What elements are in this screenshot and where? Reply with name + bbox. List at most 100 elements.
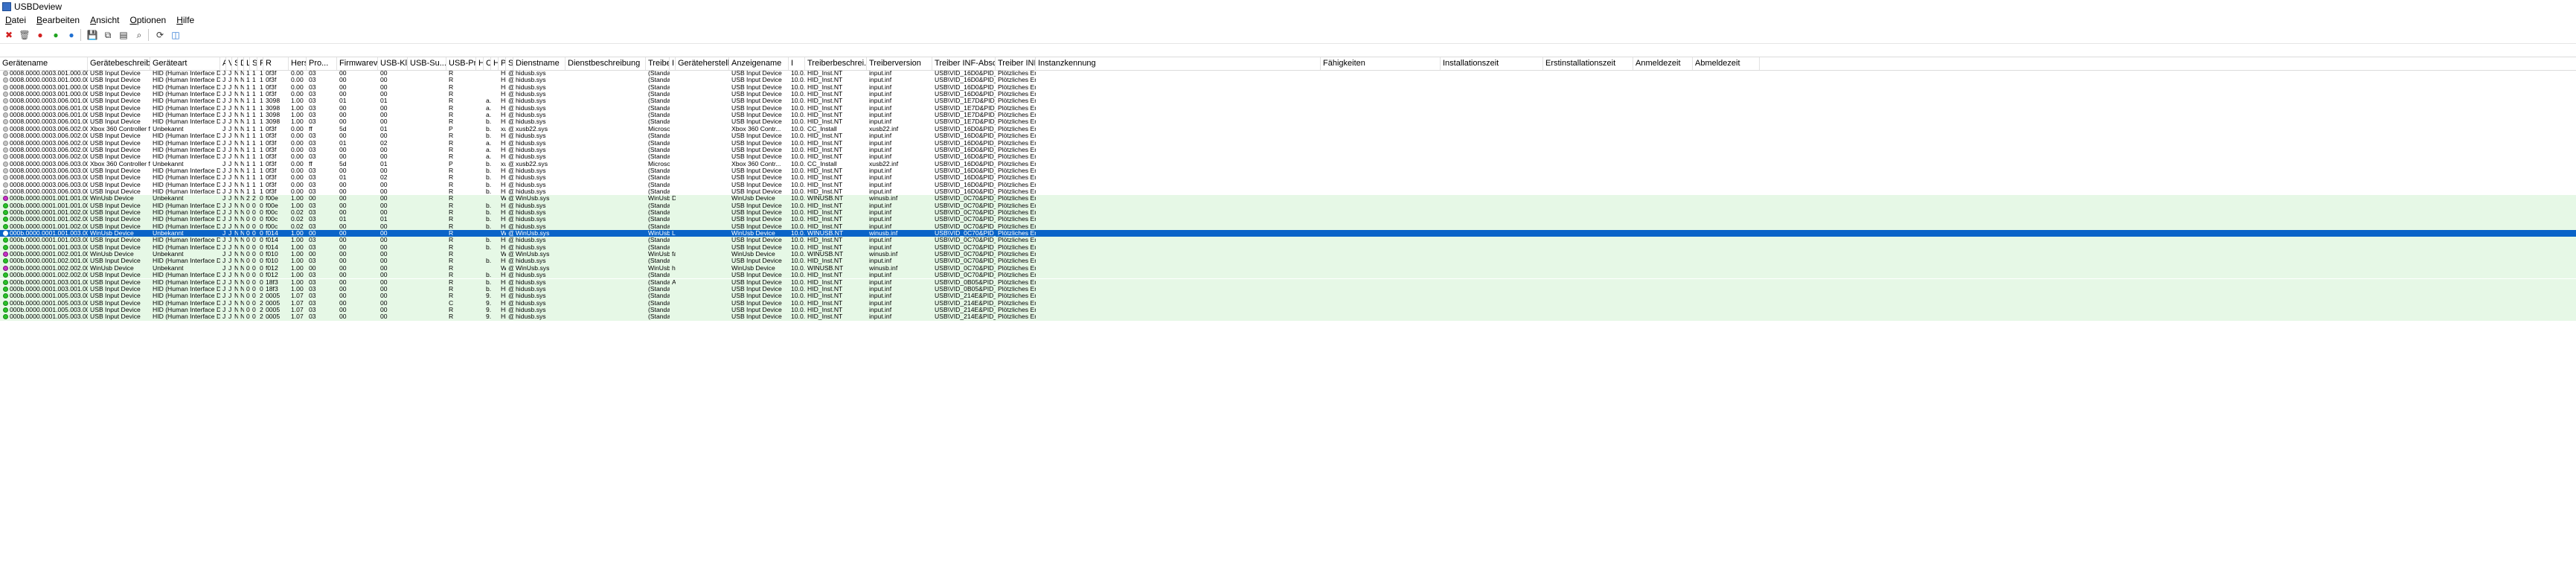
- column-header-12[interactable]: Pro...: [307, 57, 337, 70]
- menu-item-1[interactable]: Bearbeiten: [31, 15, 85, 25]
- about-icon[interactable]: ◫: [169, 28, 182, 42]
- table-row[interactable]: 000b.0000.0001.005.003.000.000.000.000US…: [0, 299, 2576, 307]
- column-header-32[interactable]: Treiber INF-...: [996, 57, 1036, 70]
- column-header-10[interactable]: R: [263, 57, 289, 70]
- table-cell: 00: [380, 104, 388, 112]
- column-header-17[interactable]: H: [476, 57, 484, 70]
- column-header-8[interactable]: S: [250, 57, 257, 70]
- table-row[interactable]: 000b.0000.0001.001.003.000.000.000.000US…: [0, 237, 2576, 244]
- table-row[interactable]: 0008.0000.0003.006.003.000.000.000.000US…: [0, 188, 2576, 195]
- column-header-26[interactable]: Gerätehersteller: [676, 57, 729, 70]
- column-header-11[interactable]: Herst...: [289, 57, 307, 70]
- table-row[interactable]: 000b.0000.0001.001.002.000.000.000.000US…: [0, 209, 2576, 217]
- column-header-6[interactable]: D: [238, 57, 244, 70]
- table-row[interactable]: 0008.0000.0003.001.000.000.000.000.000US…: [0, 84, 2576, 91]
- table-row[interactable]: 000b.0000.0001.001.002.000.000.000.000US…: [0, 216, 2576, 223]
- refresh-icon[interactable]: ⟳: [153, 28, 167, 42]
- menu-item-0[interactable]: Datei: [0, 15, 31, 25]
- table-row[interactable]: 000b.0000.0001.005.003.000.000.000.000US…: [0, 313, 2576, 321]
- table-cell: J: [228, 181, 232, 188]
- column-header-38[interactable]: Abmeldezeit: [1693, 57, 1760, 70]
- column-header-25[interactable]: I: [670, 57, 676, 70]
- table-row[interactable]: 0008.0000.0003.006.002.000.000.000.000US…: [0, 132, 2576, 139]
- menu-item-3[interactable]: Optionen: [124, 15, 171, 25]
- column-header-33[interactable]: Instanzkennung: [1036, 57, 1321, 70]
- menu-item-2[interactable]: Ansicht: [85, 15, 124, 25]
- menu-item-4[interactable]: Hilfe: [171, 15, 199, 25]
- table-row[interactable]: 0008.0000.0003.006.001.000.000.000.000US…: [0, 98, 2576, 104]
- table-cell: R: [449, 258, 454, 265]
- table-row[interactable]: 0008.0000.0003.001.000.000.000.000.000US…: [0, 91, 2576, 98]
- table-cell: [408, 244, 446, 251]
- column-header-23[interactable]: Dienstbeschreibung: [565, 57, 646, 70]
- table-row[interactable]: 000b.0000.0001.001.001.000.000.000.000Wi…: [0, 195, 2576, 202]
- disconnect-icon[interactable]: ✖: [2, 28, 16, 42]
- column-header-20[interactable]: P: [499, 57, 506, 70]
- column-header-31[interactable]: Treiber INF-Abschnitt: [932, 57, 996, 70]
- table-row[interactable]: 0008.0000.0003.006.003.000.000.000.000US…: [0, 182, 2576, 188]
- column-header-2[interactable]: Geräteart: [150, 57, 220, 70]
- column-header-24[interactable]: Treiberdat...: [646, 57, 670, 70]
- column-header-4[interactable]: V: [226, 57, 232, 70]
- column-header-35[interactable]: Installationszeit: [1441, 57, 1543, 70]
- column-header-5[interactable]: S: [232, 57, 238, 70]
- table-row[interactable]: 0008.0000.0003.006.003.000.000.000.000Xb…: [0, 161, 2576, 167]
- find-icon[interactable]: ⌕: [132, 28, 146, 42]
- table-row[interactable]: 000b.0000.0001.005.003.000.000.000.000US…: [0, 293, 2576, 300]
- column-header-7[interactable]: L: [244, 57, 250, 70]
- column-header-15[interactable]: USB-Su...: [408, 57, 446, 70]
- column-header-29[interactable]: Treiberbeschrei...: [805, 57, 867, 70]
- save-icon[interactable]: 💾: [86, 28, 99, 42]
- table-cell: HidUsb: [501, 77, 506, 84]
- table-row[interactable]: 000b.0000.0001.003.001.000.000.000.000US…: [0, 285, 2576, 293]
- table-row[interactable]: 000b.0000.0001.003.001.000.000.000.000US…: [0, 278, 2576, 286]
- table-row[interactable]: 0008.0000.0003.006.002.000.000.000.000US…: [0, 147, 2576, 153]
- table-row[interactable]: 0008.0000.0003.006.002.000.000.000.000Xb…: [0, 126, 2576, 132]
- column-header-21[interactable]: S: [506, 57, 513, 70]
- table-row[interactable]: 0008.0000.0003.006.002.000.000.000.000US…: [0, 153, 2576, 160]
- table-row[interactable]: 000b.0000.0001.005.003.000.000.000.000US…: [0, 306, 2576, 314]
- column-header-0[interactable]: Gerätename: [0, 57, 88, 70]
- table-cell: b...: [486, 243, 491, 251]
- table-row[interactable]: 0008.0000.0003.006.001.000.000.000.000US…: [0, 112, 2576, 118]
- column-header-13[interactable]: Firmwarevisi...: [337, 57, 378, 70]
- table-row[interactable]: 0008.0000.0003.006.001.000.000.000.000US…: [0, 118, 2576, 125]
- column-header-19[interactable]: H: [491, 57, 499, 70]
- properties-icon[interactable]: ●: [65, 28, 78, 42]
- table-row[interactable]: 0008.0000.0003.006.003.000.000.000.000US…: [0, 167, 2576, 174]
- html-report-icon[interactable]: ▤: [117, 28, 130, 42]
- table-row[interactable]: 0008.0000.0003.006.003.000.000.000.000US…: [0, 174, 2576, 181]
- column-header-1[interactable]: Gerätebeschreibung: [88, 57, 150, 70]
- column-header-14[interactable]: USB-Klasse: [378, 57, 408, 70]
- table-row[interactable]: 0008.0000.0003.001.000.000.000.000.000US…: [0, 70, 2576, 77]
- table-row[interactable]: 000b.0000.0001.001.002.000.000.000.000US…: [0, 223, 2576, 231]
- table-cell: @input.inf,%HID.SvcDesc%;Microsoft HID C…: [506, 272, 513, 278]
- table-row[interactable]: 000b.0000.0001.002.002.000.000.000.000Wi…: [0, 264, 2576, 272]
- copy-icon[interactable]: ⧉: [101, 28, 115, 42]
- column-header-34[interactable]: Fähigkeiten: [1321, 57, 1441, 70]
- table-row[interactable]: 000b.0000.0001.001.001.000.000.000.000US…: [0, 202, 2576, 209]
- table-row[interactable]: 000b.0000.0001.002.001.000.000.000.000Wi…: [0, 251, 2576, 258]
- table-row[interactable]: 000b.0000.0001.002.002.000.000.000.000US…: [0, 272, 2576, 279]
- table-row[interactable]: 0008.0000.0003.006.002.000.000.000.000US…: [0, 140, 2576, 147]
- column-header-18[interactable]: C: [484, 57, 491, 70]
- table-cell: [408, 195, 446, 202]
- column-header-27[interactable]: Anzeigename: [729, 57, 789, 70]
- column-header-16[interactable]: USB-Protokoll: [446, 57, 476, 70]
- table-row[interactable]: 0008.0000.0003.001.000.000.000.000.000US…: [0, 77, 2576, 83]
- disable-icon[interactable]: ●: [33, 28, 47, 42]
- column-header-22[interactable]: Dienstname: [513, 57, 565, 70]
- column-header-9[interactable]: F: [257, 57, 263, 70]
- table-cell: N: [234, 125, 238, 132]
- column-header-28[interactable]: I: [789, 57, 805, 70]
- table-row[interactable]: 000b.0000.0001.002.001.000.000.000.000US…: [0, 258, 2576, 265]
- table-row[interactable]: 0008.0000.0003.006.001.000.000.000.000US…: [0, 105, 2576, 112]
- table-row[interactable]: 000b.0000.0001.001.003.000.000.000.000US…: [0, 243, 2576, 252]
- enable-icon[interactable]: ●: [49, 28, 63, 42]
- column-header-36[interactable]: Erstinstallationszeit: [1543, 57, 1633, 70]
- uninstall-icon[interactable]: 🗑: [18, 28, 31, 42]
- column-header-3[interactable]: A: [220, 57, 226, 70]
- column-header-30[interactable]: Treiberversion: [867, 57, 932, 70]
- table-row[interactable]: 000b.0000.0001.001.003.000.000.000.000Wi…: [0, 230, 2576, 237]
- column-header-37[interactable]: Anmeldezeit: [1633, 57, 1693, 70]
